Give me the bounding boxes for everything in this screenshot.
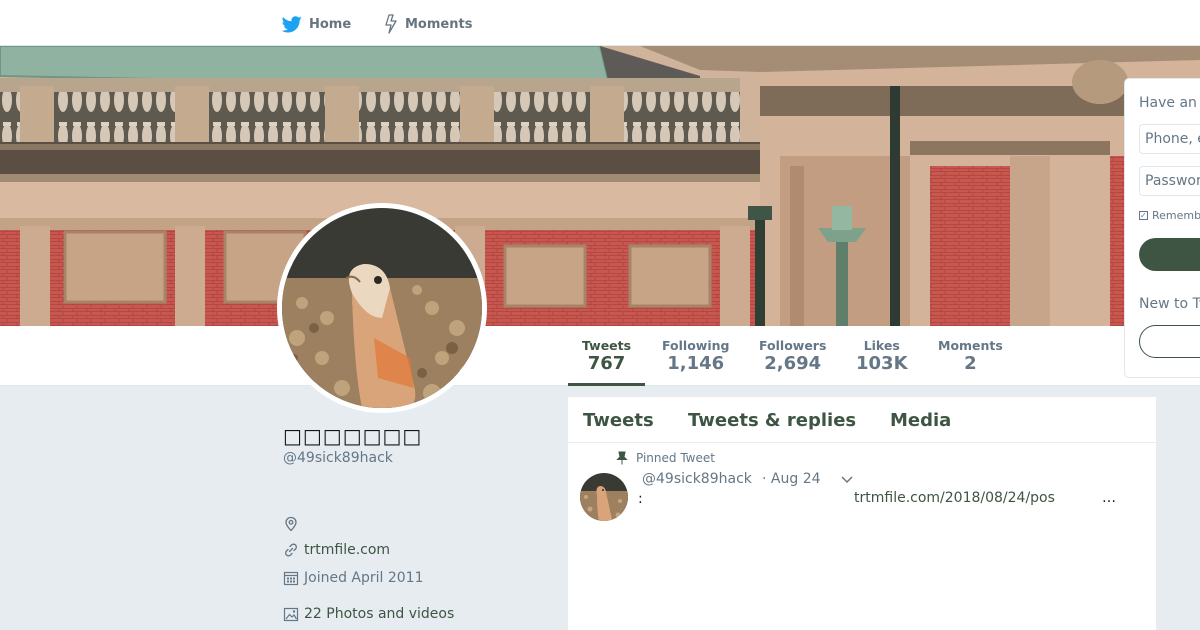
profile-url-link[interactable]: trtmfile.com [304,542,390,558]
pinned-label-text: Pinned Tweet [636,451,715,465]
nav-moments-label: Moments [405,16,473,32]
tab-tweets-replies[interactable]: Tweets & replies [688,410,856,431]
stat-tweets-value: 767 [587,353,626,374]
tweet-avatar[interactable] [580,473,628,521]
stat-following-label: Following [662,338,730,353]
stat-tweets[interactable]: Tweets 767 [567,338,646,386]
stat-followers-value: 2,694 [764,353,822,374]
nav-home[interactable]: Home [282,12,351,36]
remember-label: Remember me [1152,209,1200,222]
profile-joined-label: Joined April 2011 [304,570,424,586]
stat-followers-label: Followers [759,338,827,353]
tweet-date[interactable]: · Aug 24 [762,471,821,487]
stat-following[interactable]: Following 1,146 [662,338,729,374]
profile-photos-label: 22 Photos and videos [304,606,455,622]
profile-photos[interactable]: 22 Photos and videos [283,606,454,622]
profile-handle[interactable]: @49sick89hack [283,450,393,466]
profile-joined: Joined April 2011 [283,570,424,586]
password-input[interactable]: Password [1139,166,1200,196]
profile-location [283,516,304,532]
stat-likes-value: 103K [856,353,908,374]
login-card: Have an account? Phone, email, or userna… [1124,78,1200,378]
profile-avatar[interactable] [277,203,487,413]
signup-heading: New to Twitter? [1139,296,1200,312]
nav-home-label: Home [309,16,352,32]
tab-media[interactable]: Media [890,410,951,431]
pinned-tweet-label: Pinned Tweet [616,451,715,465]
calendar-icon [283,571,299,586]
timeline: Tweets Tweets & replies Media Pinned Twe… [568,397,1156,630]
profile-url-row: trtmfile.com [283,542,390,558]
stat-moments-label: Moments [938,338,1003,353]
stat-moments[interactable]: Moments 2 [938,338,1003,374]
location-pin-icon [285,516,297,532]
tweet-handle[interactable]: @49sick89hack [642,471,752,487]
profile-banner [0,46,1200,326]
tweet-text: : [638,491,643,507]
tweet-ellipsis: … [1102,490,1116,506]
stat-likes[interactable]: Likes 103K [856,338,908,374]
stat-likes-label: Likes [863,338,900,353]
link-icon [285,543,297,557]
image-icon [283,607,299,622]
remember-checkbox[interactable]: ✓ [1139,211,1148,220]
login-button[interactable] [1139,238,1200,271]
tab-tweets[interactable]: Tweets [583,410,654,431]
signup-button[interactable] [1139,325,1200,358]
twitter-bird-icon [282,15,302,32]
login-heading: Have an account? [1139,95,1200,111]
profile-name: □□□□□□□ [283,424,423,448]
profile-nav: Tweets 767 Following 1,146 Followers 2,6… [0,326,1200,386]
nav-moments[interactable]: Moments [384,12,472,36]
lightning-icon [385,14,397,34]
phone-input[interactable]: Phone, email, or username [1139,124,1200,154]
stat-following-value: 1,146 [667,353,725,374]
remember-me[interactable]: ✓ Remember me [1139,209,1200,222]
top-nav: Home Moments [0,0,1200,46]
timeline-tabs: Tweets Tweets & replies Media [568,397,1156,443]
stat-followers[interactable]: Followers 2,694 [759,338,826,374]
stat-tweets-label: Tweets [582,338,632,353]
chevron-down-icon[interactable] [840,475,854,485]
tweet-link[interactable]: trtmfile.com/2018/08/24/pos [854,490,1055,506]
pin-icon [616,451,628,465]
stat-moments-value: 2 [964,353,977,374]
